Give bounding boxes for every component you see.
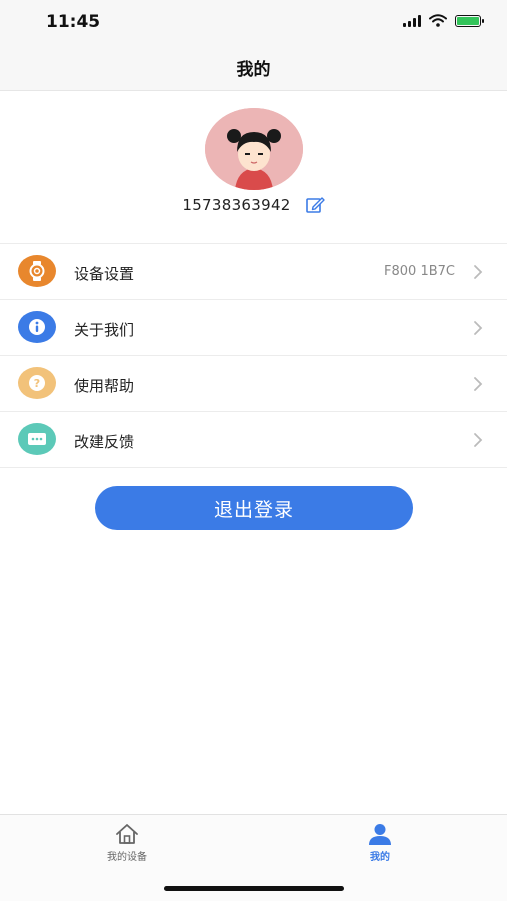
- status-icons: [403, 14, 484, 27]
- avatar[interactable]: [205, 108, 303, 190]
- chevron-right-icon: [474, 321, 483, 335]
- user-icon: [369, 824, 391, 845]
- tab-my-devices[interactable]: 我的设备: [77, 823, 177, 863]
- device-id: F800 1B7C: [384, 264, 455, 279]
- info-icon: [18, 311, 56, 343]
- battery-icon: [455, 14, 484, 27]
- svg-text:?: ?: [34, 377, 40, 390]
- home-indicator[interactable]: [164, 886, 344, 891]
- tab-mine[interactable]: 我的: [330, 823, 430, 863]
- home-icon: [116, 824, 138, 844]
- chevron-right-icon: [474, 433, 483, 447]
- nav-bar: 我的: [0, 44, 507, 91]
- logout-button[interactable]: 退出登录: [95, 486, 413, 530]
- status-bar: 11:45: [0, 0, 507, 44]
- menu-item-device-settings[interactable]: 设备设置 F800 1B7C: [0, 244, 507, 300]
- watch-icon: [18, 255, 56, 287]
- phone-number: 15738363942: [182, 196, 291, 214]
- girl-avatar-icon: [205, 108, 303, 190]
- phone-row: 15738363942: [0, 195, 507, 215]
- chevron-right-icon: [474, 377, 483, 391]
- menu-item-help[interactable]: ? 使用帮助: [0, 356, 507, 412]
- page-title: 我的: [236, 59, 271, 80]
- menu-item-feedback[interactable]: 改建反馈: [0, 412, 507, 468]
- signal-icon: [403, 14, 421, 27]
- help-icon: ?: [18, 367, 56, 399]
- chevron-right-icon: [474, 265, 483, 279]
- tab-label: 我的: [370, 852, 390, 863]
- wifi-icon: [429, 14, 447, 27]
- menu-item-about-us[interactable]: 关于我们: [0, 300, 507, 356]
- tab-label: 我的设备: [107, 852, 147, 863]
- menu-item-label: 改建反馈: [74, 433, 135, 451]
- settings-menu: 设备设置 F800 1B7C 关于我们 ? 使用帮助 改建反馈: [0, 243, 507, 468]
- chat-icon: [18, 423, 56, 455]
- menu-item-label: 使用帮助: [74, 377, 135, 395]
- profile-section: 15738363942: [0, 91, 507, 243]
- edit-icon[interactable]: [305, 195, 325, 215]
- status-time: 11:45: [46, 12, 101, 32]
- menu-item-label: 设备设置: [74, 265, 135, 283]
- menu-item-label: 关于我们: [74, 321, 135, 339]
